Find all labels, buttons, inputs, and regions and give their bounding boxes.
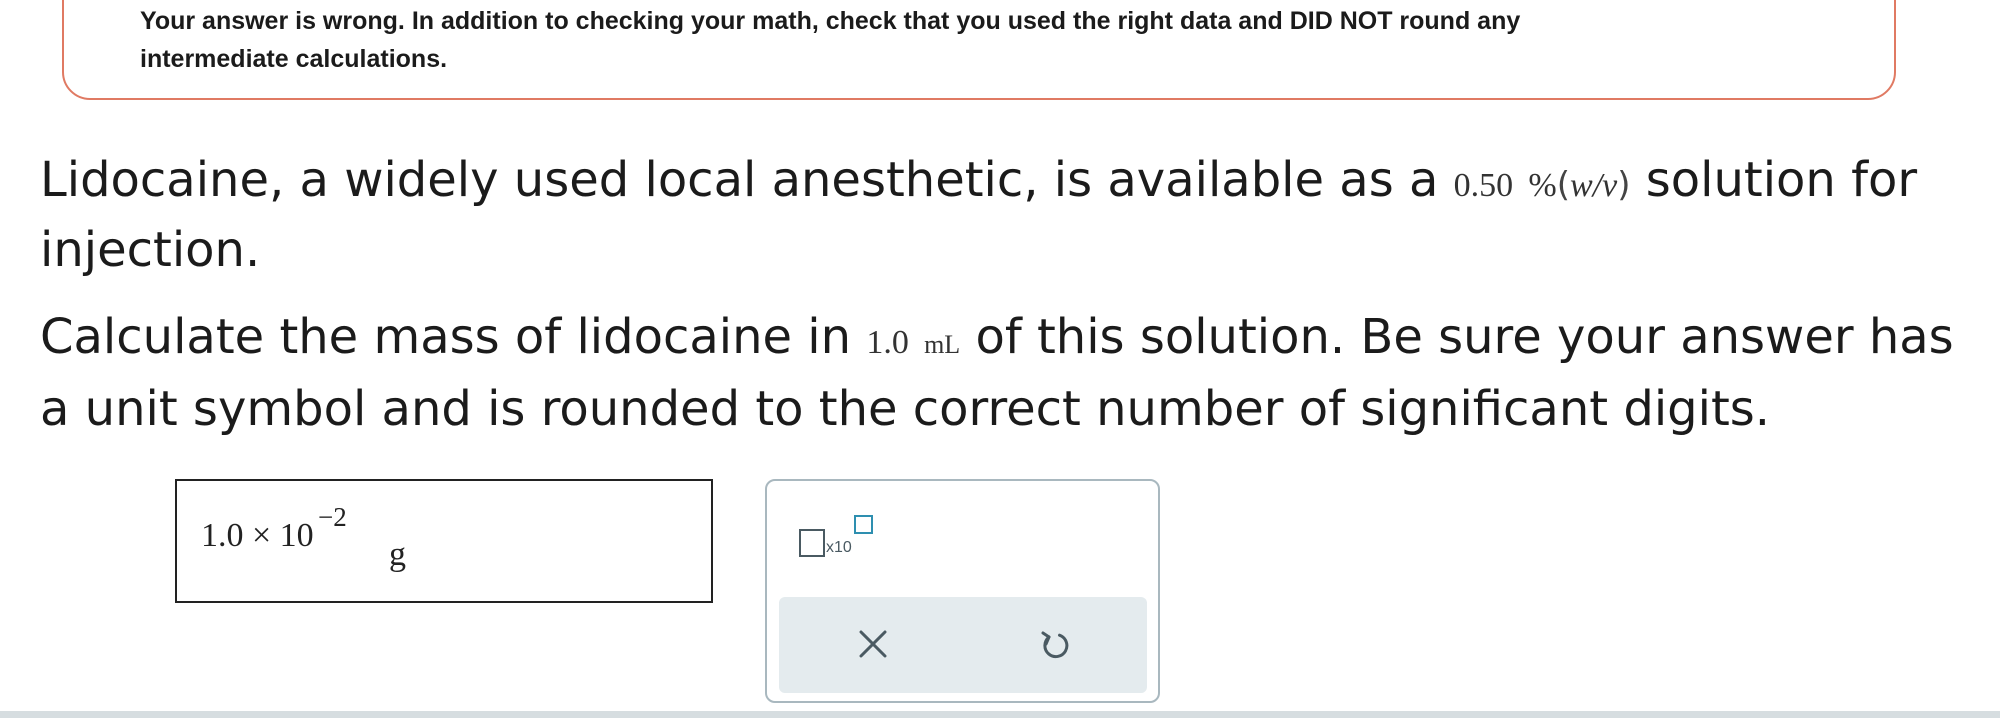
feedback-message: Your answer is wrong. In addition to che… (140, 2, 1820, 78)
concentration-value: 0.50 (1453, 167, 1514, 204)
intro-text-before: Lidocaine, a widely used local anestheti… (40, 152, 1454, 208)
feedback-box: Your answer is wrong. In addition to che… (62, 0, 1896, 100)
prompt-text-before: Calculate the mass of lidocaine in (40, 309, 867, 365)
answer-mantissa: 1.0 × 10 (201, 517, 314, 554)
answer-unit: g (389, 536, 406, 573)
undo-icon (1041, 631, 1069, 659)
action-bar (779, 597, 1147, 693)
x10-button[interactable]: x10 (799, 515, 879, 565)
feedback-line-2: intermediate calculations. (140, 45, 448, 73)
w-over-v: w/v (1570, 167, 1618, 204)
clear-button[interactable] (848, 619, 898, 669)
undo-button[interactable] (1030, 619, 1080, 669)
close-icon (859, 630, 887, 658)
answer-input[interactable]: 1.0 × 10 −2 g (175, 479, 713, 603)
answer-exponent: −2 (318, 502, 347, 532)
question-prompt: Calculate the mass of lidocaine in 1.0 m… (40, 305, 1970, 441)
exponent-box-icon (854, 515, 873, 534)
volume-unit: mL (924, 330, 961, 359)
base-box-icon (799, 529, 825, 557)
question-intro: Lidocaine, a widely used local anestheti… (40, 152, 1918, 278)
percent-sign: % (1528, 167, 1557, 204)
feedback-line-1: Your answer is wrong. In addition to che… (140, 7, 1521, 35)
bottom-divider (0, 711, 2000, 718)
volume-value: 1.0 (866, 324, 909, 361)
x10-label: x10 (826, 539, 852, 556)
math-tool-panel: x10 (765, 479, 1160, 703)
